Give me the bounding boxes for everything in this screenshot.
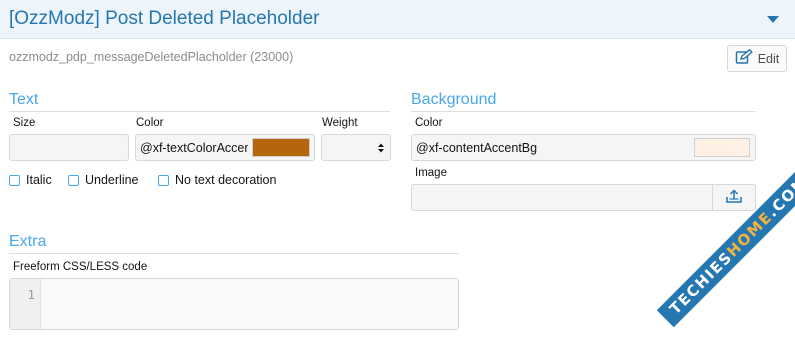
text-color-value: @xf-textColorAccent: [140, 141, 248, 155]
code-editor[interactable]: 1: [9, 278, 459, 330]
watermark-suffix: .COM: [763, 172, 795, 221]
text-section-title: Text: [9, 91, 390, 112]
background-section-title: Background: [411, 91, 756, 112]
checkbox-box[interactable]: [68, 174, 79, 186]
upload-button[interactable]: [712, 185, 755, 210]
header-title: [OzzModz] Post Deleted Placeholder: [9, 8, 320, 29]
text-color-input[interactable]: @xf-textColorAccent: [135, 134, 315, 161]
select-arrows-icon: [377, 142, 385, 157]
line-number: 1: [27, 287, 35, 302]
text-color-swatch[interactable]: [252, 138, 310, 157]
background-color-swatch[interactable]: [694, 138, 750, 157]
no-text-decoration-label: No text decoration: [175, 173, 277, 187]
underline-checkbox[interactable]: Underline: [68, 173, 139, 187]
watermark-accent: HOME: [723, 207, 777, 261]
edit-label: Edit: [757, 51, 780, 66]
checkbox-box[interactable]: [158, 174, 169, 186]
weight-select[interactable]: [321, 134, 391, 161]
freeform-code-label: Freeform CSS/LESS code: [13, 261, 148, 273]
template-identifier: ozzmodz_pdp_messageDeletedPlacholder (23…: [9, 50, 293, 64]
line-number-gutter: 1: [10, 279, 41, 329]
text-color-label: Color: [136, 117, 164, 129]
template-id: (23000): [250, 50, 294, 64]
no-text-decoration-checkbox[interactable]: No text decoration: [158, 173, 276, 187]
image-input[interactable]: [411, 184, 756, 211]
upload-icon: [725, 188, 743, 207]
code-input-area[interactable]: [42, 279, 458, 329]
underline-label: Underline: [85, 173, 139, 187]
italic-checkbox[interactable]: Italic: [9, 173, 52, 187]
background-color-value: @xf-contentAccentBg: [416, 141, 538, 155]
size-label: Size: [13, 117, 36, 129]
section-header[interactable]: [OzzModz] Post Deleted Placeholder: [0, 0, 795, 39]
caret-down-icon[interactable]: [762, 10, 784, 28]
weight-label: Weight: [322, 117, 358, 129]
checkbox-box[interactable]: [9, 174, 20, 186]
edit-button[interactable]: Edit: [727, 45, 787, 72]
template-name: ozzmodz_pdp_messageDeletedPlacholder: [9, 50, 247, 64]
background-color-input[interactable]: @xf-contentAccentBg: [411, 134, 756, 161]
background-color-label: Color: [415, 117, 443, 129]
watermark-primary: TECHIES: [665, 247, 737, 319]
size-input[interactable]: [9, 134, 129, 161]
extra-section-title: Extra: [9, 233, 459, 254]
italic-label: Italic: [26, 173, 52, 187]
image-label: Image: [415, 167, 447, 179]
edit-icon: [735, 48, 753, 68]
